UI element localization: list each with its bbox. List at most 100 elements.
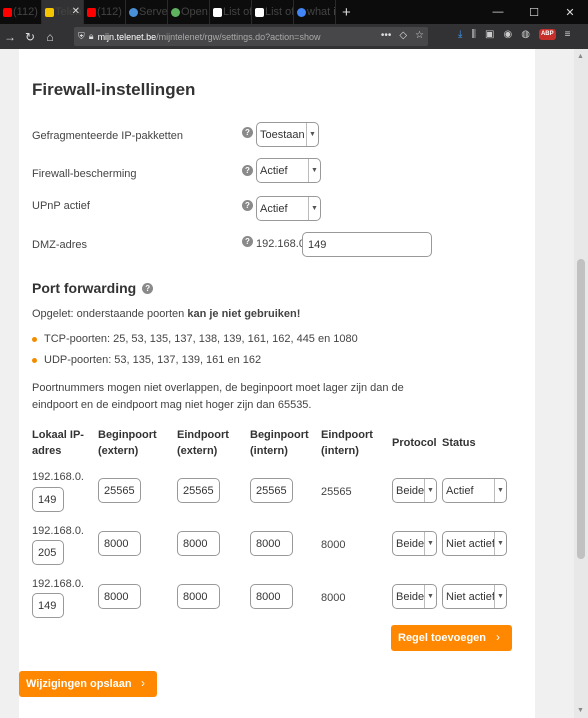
upnp-label: UPnP actief <box>32 200 90 212</box>
th-protocol: Protocol <box>392 437 437 449</box>
protocol-select[interactable]: Beide ▼ <box>392 478 437 503</box>
extension-icon[interactable]: ◍ <box>521 29 530 40</box>
url-host: mijn.telenet.be <box>97 31 157 42</box>
th-status: Status <box>442 437 476 449</box>
end-extern-input[interactable]: 8000 <box>177 584 220 609</box>
help-icon[interactable]: ? <box>242 236 253 247</box>
chevron-down-icon: ▼ <box>308 159 320 182</box>
close-tab-icon[interactable]: ✕ <box>72 6 80 17</box>
tab-open-ports[interactable]: Open Po <box>168 0 210 24</box>
ip-input[interactable]: 205 <box>32 540 64 565</box>
chevron-down-icon: ▼ <box>424 479 436 502</box>
page-viewport: Firewall-instellingen Gefragmenteerde IP… <box>0 49 588 718</box>
wikipedia-icon <box>255 7 264 17</box>
end-extern-input[interactable]: 8000 <box>177 531 220 556</box>
protocol-select[interactable]: Beide ▼ <box>392 584 437 609</box>
scrollbar[interactable]: ▲ ▼ <box>574 49 588 718</box>
add-rule-button[interactable]: Regel toevoegen › <box>391 625 512 651</box>
status-select[interactable]: Actief ▼ <box>442 478 507 503</box>
protection-select[interactable]: Actief ▼ <box>256 158 321 183</box>
window-close-icon[interactable]: ✕ <box>552 6 588 19</box>
warning-text: Opgelet: onderstaande poorten kan je nie… <box>32 308 301 320</box>
reload-icon[interactable]: ↻ <box>20 30 40 44</box>
help-icon[interactable]: ? <box>242 165 253 176</box>
chevron-down-icon: ▼ <box>306 123 318 146</box>
forward-icon[interactable]: → <box>0 30 20 44</box>
menu-icon[interactable]: ≡ <box>565 29 571 40</box>
chevron-down-icon: ▼ <box>424 585 436 608</box>
help-icon[interactable]: ? <box>242 200 253 211</box>
begin-extern-input[interactable]: 8000 <box>98 531 141 556</box>
status-select[interactable]: Niet actief ▼ <box>442 584 507 609</box>
tab-telenet[interactable]: Telen ✕ <box>42 0 84 24</box>
scroll-down-icon[interactable]: ▼ <box>577 707 584 714</box>
new-tab-button[interactable]: + <box>342 4 351 21</box>
ip-input[interactable]: 149 <box>32 593 64 618</box>
tab-wikipedia-2[interactable]: List of T <box>252 0 294 24</box>
firewall-title: Firewall-instellingen <box>32 80 196 99</box>
account-icon[interactable]: ◉ <box>503 29 512 40</box>
end-intern-value: 8000 <box>321 592 346 604</box>
tab-youtube-1[interactable]: (112) Ho <box>0 0 42 24</box>
udp-ports-item: UDP-poorten: 53, 135, 137, 139, 161 en 1… <box>32 354 261 366</box>
scroll-up-icon[interactable]: ▲ <box>577 53 584 60</box>
status-select[interactable]: Niet actief ▼ <box>442 531 507 556</box>
dmz-label: DMZ-adres <box>32 239 88 251</box>
fragmented-row: Gefragmenteerde IP-pakketten ? Toestaan ▼ <box>32 122 452 150</box>
tab-wikipedia-1[interactable]: List of T <box>210 0 252 24</box>
end-intern-value: 25565 <box>321 486 352 498</box>
google-icon <box>297 7 306 17</box>
home-icon[interactable]: ⌂ <box>40 30 60 44</box>
begin-extern-input[interactable]: 25565 <box>98 478 141 503</box>
port-note: Poortnummers mogen niet overlappen, de b… <box>32 382 404 411</box>
telenet-icon <box>45 7 54 17</box>
chevron-down-icon: ▼ <box>494 532 506 555</box>
settings-panel: Firewall-instellingen Gefragmenteerde IP… <box>19 49 535 718</box>
th-begin-intern: Beginpoort (intern) <box>250 429 309 457</box>
scrollbar-thumb[interactable] <box>577 259 585 559</box>
begin-extern-input[interactable]: 8000 <box>98 584 141 609</box>
youtube-icon <box>87 7 96 17</box>
shield-icon[interactable]: ⛨ <box>78 31 85 42</box>
th-begin-extern: Beginpoort (extern) <box>98 429 157 457</box>
dmz-input[interactable]: 149 <box>302 232 432 257</box>
browser-nav-bar: → ↻ ⌂ ⛨ 🔒︎ mijn.telenet.be/mijntelenet/r… <box>0 24 588 49</box>
begin-intern-input[interactable]: 8000 <box>250 531 293 556</box>
globe-icon <box>171 7 180 17</box>
more-icon[interactable]: ••• <box>381 30 392 41</box>
ip-input[interactable]: 149 <box>32 487 64 512</box>
chevron-down-icon: ▼ <box>494 479 506 502</box>
protocol-select[interactable]: Beide ▼ <box>392 531 437 556</box>
help-icon[interactable]: ? <box>242 127 253 138</box>
upnp-select[interactable]: Actief ▼ <box>256 196 321 221</box>
bullet-icon <box>32 357 37 363</box>
bookmark-star-icon[interactable]: ☆ <box>415 30 424 41</box>
sidebar-icon[interactable]: ▣ <box>485 29 494 40</box>
tab-google[interactable]: what is <box>294 0 336 24</box>
port-forwarding-title: Port forwarding? <box>32 280 154 296</box>
ip-prefix: 192.168.0. <box>32 471 84 483</box>
save-changes-button[interactable]: Wijzigingen opslaan › <box>19 671 157 697</box>
tab-server[interactable]: Server.p <box>126 0 168 24</box>
tab-youtube-2[interactable]: (112) Ho <box>84 0 126 24</box>
chevron-right-icon: › <box>496 630 500 644</box>
pocket-icon[interactable]: ◇ <box>399 30 407 41</box>
begin-intern-input[interactable]: 8000 <box>250 584 293 609</box>
server-icon <box>129 7 138 17</box>
url-bar[interactable]: ⛨ 🔒︎ mijn.telenet.be/mijntelenet/rgw/set… <box>74 27 428 46</box>
maximize-icon[interactable]: ☐ <box>516 6 552 19</box>
begin-intern-input[interactable]: 25565 <box>250 478 293 503</box>
lock-icon[interactable]: 🔒︎ <box>89 31 94 42</box>
youtube-icon <box>3 7 12 17</box>
th-end-extern: Eindpoort (extern) <box>177 429 229 457</box>
adblock-icon[interactable]: ABP <box>538 29 556 40</box>
end-extern-input[interactable]: 25565 <box>177 478 220 503</box>
help-icon[interactable]: ? <box>142 282 154 294</box>
download-icon[interactable]: ⤓ <box>458 29 462 40</box>
browser-tab-bar: (112) Ho Telen✕ (112) Ho Server.p Open P… <box>0 0 588 24</box>
library-icon[interactable]: ⫼ <box>471 29 476 40</box>
fragmented-select[interactable]: Toestaan ▼ <box>256 122 319 147</box>
protection-row: Firewall-bescherming ? Actief ▼ <box>32 158 452 188</box>
th-local-ip: Lokaal IP-adres <box>32 429 84 457</box>
minimize-icon[interactable]: — <box>480 6 516 19</box>
